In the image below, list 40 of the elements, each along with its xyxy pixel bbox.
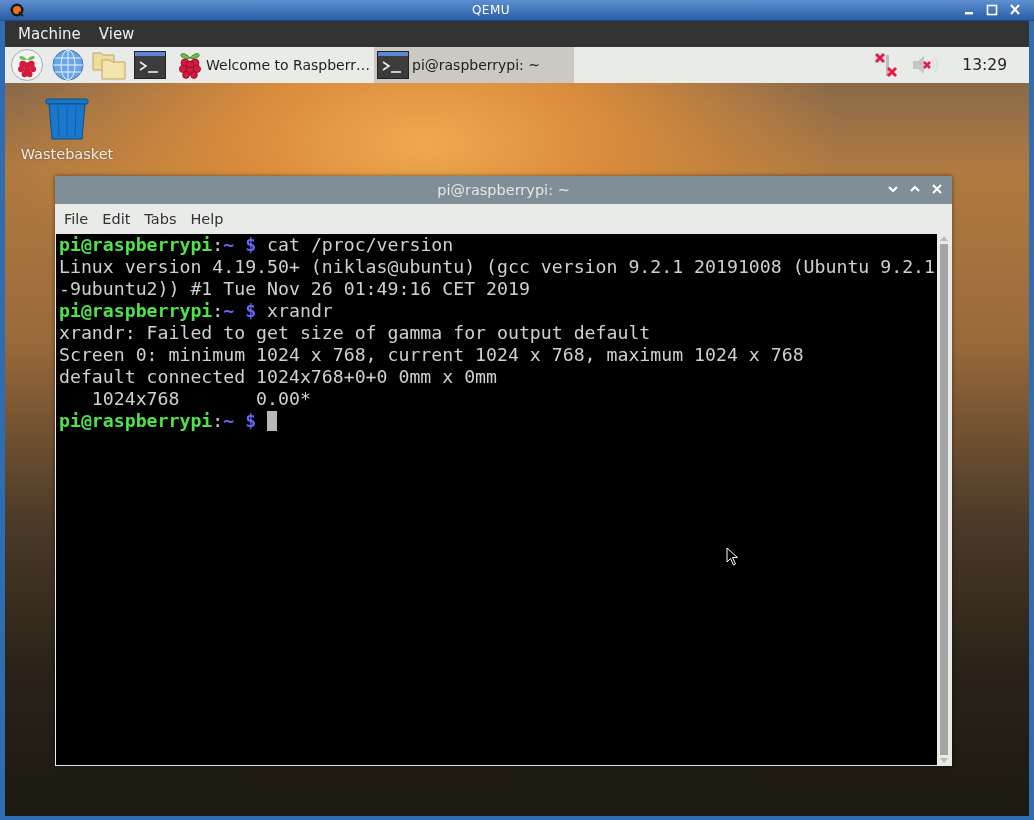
- window-title: QEMU: [470, 3, 512, 17]
- raspberry-menu-icon[interactable]: [10, 48, 44, 82]
- prompt-colon: :: [212, 234, 224, 255]
- command-text: xrandr: [267, 300, 333, 321]
- volume-muted-icon[interactable]: [912, 54, 941, 76]
- prompt-path: ~ $: [223, 300, 257, 321]
- output-line: default connected 1024x768+0+0 0mm x 0mm: [59, 366, 497, 387]
- clock[interactable]: 13:29: [962, 56, 1007, 74]
- output-line: xrandr: Failed to get size of gamma for output default: [59, 322, 651, 343]
- menu-item[interactable]: View: [92, 25, 141, 43]
- menu-item[interactable]: File: [59, 211, 94, 227]
- output-line: 1024x768 0.00*: [90, 388, 311, 409]
- prompt-colon: :: [212, 410, 224, 431]
- output-line: Screen 0: minimum 1024 x 768, current 1024 x 768, maximum 1024 x 768: [59, 344, 804, 365]
- menu-item[interactable]: Tabs: [139, 211, 182, 227]
- terminal-icon[interactable]: [134, 51, 166, 79]
- menu-item[interactable]: Machine: [12, 25, 87, 43]
- globe-icon[interactable]: [52, 49, 84, 81]
- terminal-title: pi@raspberrypi: ~: [437, 182, 570, 198]
- output-line: Linux version 4.19.50+ (niklas@ubuntu) (gcc version 9.2.1 20191008 (Ubuntu 9.2.1: [59, 256, 935, 277]
- terminal-icon: [377, 51, 409, 79]
- prompt-path: ~ $: [223, 410, 257, 431]
- menu-item[interactable]: Edit: [97, 211, 136, 227]
- prompt-colon: :: [212, 300, 224, 321]
- scrollbar-thumb[interactable]: [940, 244, 948, 755]
- wastebasket-icon[interactable]: [45, 98, 89, 140]
- prompt-path: ~ $: [223, 234, 257, 255]
- prompt-user-host: pi@raspberrypi: [59, 300, 213, 321]
- app-logo-icon: [10, 3, 24, 17]
- command-text: cat /proc/version: [267, 234, 454, 255]
- mouse-pointer-icon: [726, 547, 739, 566]
- raspberry-icon: [177, 50, 203, 80]
- taskbar-button[interactable]: pi@raspberrypi: ~: [374, 47, 574, 83]
- close-icon[interactable]: [930, 182, 944, 196]
- taskbar-button[interactable]: Welcome to Raspberr…: [174, 47, 374, 83]
- prompt-user-host: pi@raspberrypi: [59, 234, 213, 255]
- menu-item[interactable]: Help: [185, 211, 229, 227]
- output-line: -9ubuntu2)) #1 Tue Nov 26 01:49:16 CET 2019: [59, 278, 530, 299]
- scrollbar[interactable]: [937, 234, 951, 765]
- prompt-user-host: pi@raspberrypi: [59, 410, 213, 431]
